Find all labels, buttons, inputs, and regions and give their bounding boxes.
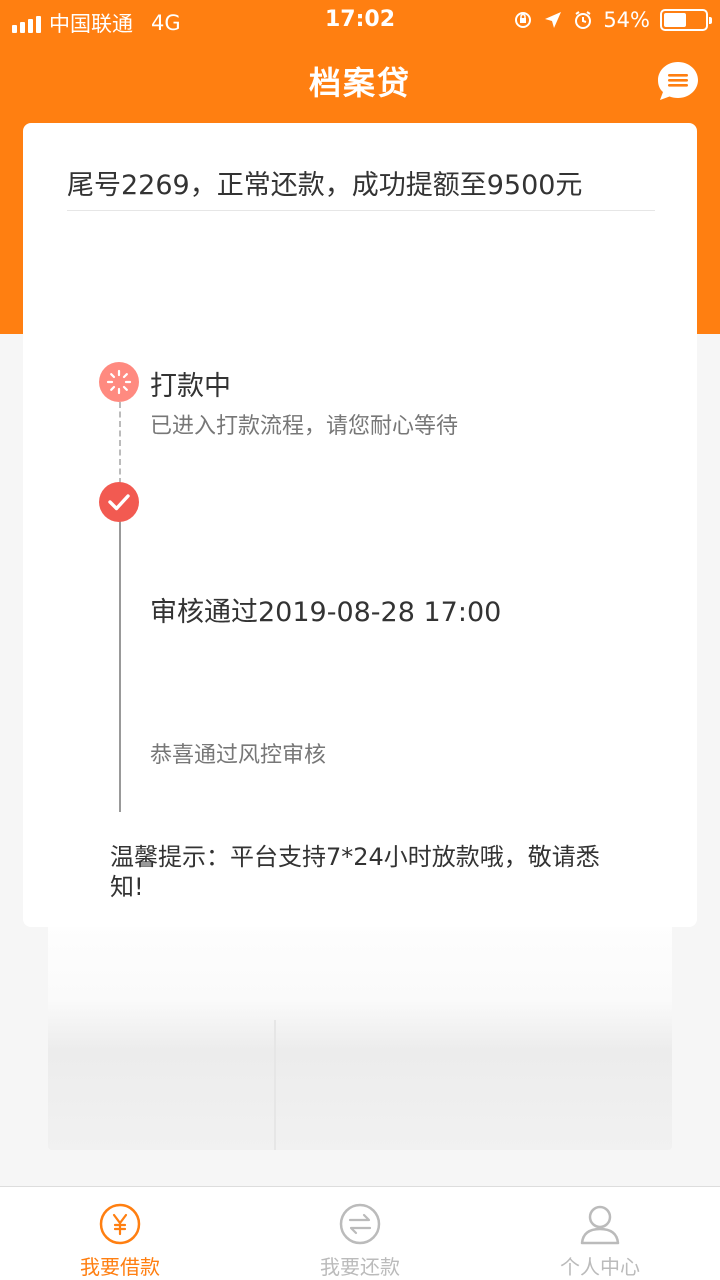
tab-label-profile: 个人中心 xyxy=(560,1255,640,1279)
page-title: 档案贷 xyxy=(308,64,411,102)
step-title-processing: 打款中 xyxy=(150,371,231,402)
orientation-lock-icon xyxy=(515,12,532,28)
battery-level xyxy=(664,13,686,27)
status-bar: 中国联通 4G 17:02 54% xyxy=(0,0,720,40)
battery-icon xyxy=(660,9,712,31)
tab-label-repay: 我要还款 xyxy=(320,1255,400,1279)
status-right: 54% xyxy=(513,8,712,32)
loan-status-card: 尾号2269，正常还款，成功提额至9500元 xyxy=(23,123,697,927)
secondary-card xyxy=(48,900,672,1150)
check-icon xyxy=(99,482,139,522)
battery-percent: 54% xyxy=(603,8,650,32)
notice-banner: 尾号2269，正常还款，成功提额至9500元 xyxy=(67,163,655,211)
processing-icon xyxy=(99,362,139,402)
alarm-icon xyxy=(575,11,592,29)
tip-text: 温馨提示：平台支持7*24小时放款哦，敬请悉知! xyxy=(110,843,600,901)
timeline-dashed-line xyxy=(119,402,121,484)
divider xyxy=(274,1020,276,1150)
message-icon[interactable] xyxy=(656,60,700,102)
tab-bar: 我要借款 我要还款 个人中心 xyxy=(0,1186,720,1280)
tab-repay[interactable]: 我要还款 xyxy=(240,1187,480,1280)
exchange-icon xyxy=(339,1203,381,1245)
tab-profile[interactable]: 个人中心 xyxy=(480,1187,720,1280)
location-icon xyxy=(545,12,562,28)
step-desc-approved: 恭喜通过风控审核 xyxy=(150,743,327,768)
yen-icon xyxy=(99,1203,141,1245)
tab-borrow[interactable]: 我要借款 xyxy=(0,1187,240,1280)
step-title-approved: 审核通过2019-08-28 17:00 xyxy=(150,597,502,628)
user-icon xyxy=(580,1205,620,1245)
step-desc-processing: 已进入打款流程，请您耐心等待 xyxy=(150,414,459,439)
timeline-solid-line xyxy=(119,520,121,812)
tab-label-borrow: 我要借款 xyxy=(80,1255,160,1279)
